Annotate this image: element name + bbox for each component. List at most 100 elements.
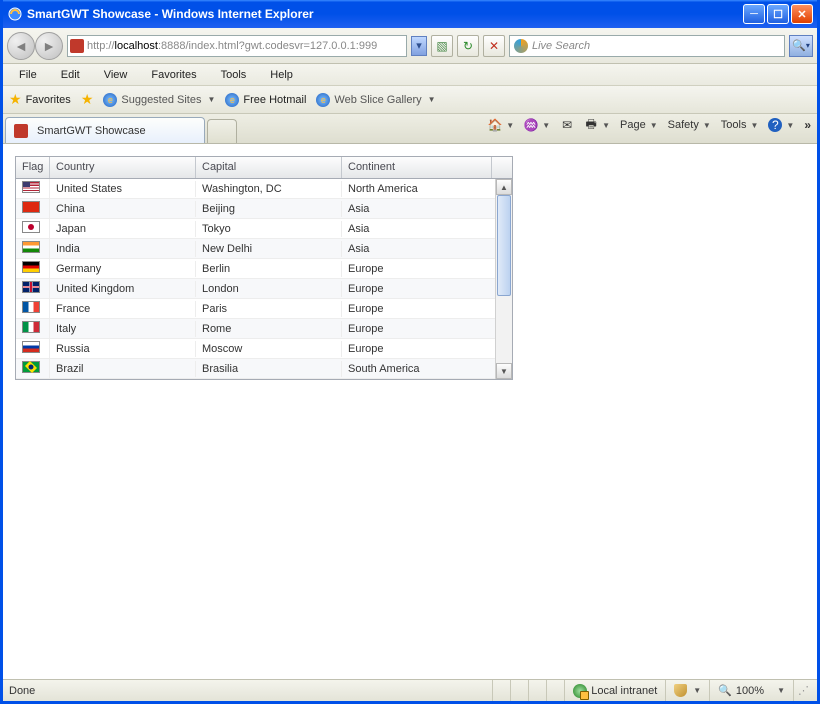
stop-button[interactable]: ✕ xyxy=(483,35,505,57)
menu-tools[interactable]: Tools xyxy=(211,67,257,83)
table-row[interactable]: United StatesWashington, DCNorth America xyxy=(16,179,495,199)
zoom-icon: 🔍 xyxy=(718,684,732,697)
cell-country: India xyxy=(50,241,196,257)
chevron-down-icon: ▼ xyxy=(693,686,701,695)
suggested-sites-link[interactable]: e Suggested Sites ▼ xyxy=(103,93,215,107)
zoom-control[interactable]: 🔍 100% ▼ xyxy=(709,680,793,701)
web-slice-link[interactable]: e Web Slice Gallery ▼ xyxy=(316,93,435,107)
scroll-up-button[interactable]: ▲ xyxy=(496,179,512,195)
star-icon: ★ xyxy=(9,91,22,108)
maximize-button[interactable]: ☐ xyxy=(767,4,789,24)
shield-icon xyxy=(674,684,687,697)
rss-icon: ♒ xyxy=(524,118,538,132)
menu-view[interactable]: View xyxy=(94,67,138,83)
cell-flag xyxy=(16,179,50,198)
home-button[interactable]: 🏠▼ xyxy=(488,118,514,132)
star-add-icon: ★ xyxy=(81,91,94,108)
chevron-down-icon: ▼ xyxy=(777,686,785,695)
cell-capital: Washington, DC xyxy=(196,181,342,197)
security-zone[interactable]: Local intranet xyxy=(564,680,665,701)
cell-capital: Beijing xyxy=(196,201,342,217)
table-row[interactable]: JapanTokyoAsia xyxy=(16,219,495,239)
table-row[interactable]: ChinaBeijingAsia xyxy=(16,199,495,219)
grid-scrollbar[interactable]: ▲ ▼ xyxy=(495,179,512,379)
cell-continent: North America xyxy=(342,181,492,197)
cell-capital: Paris xyxy=(196,301,342,317)
print-button[interactable]: 🖶▼ xyxy=(584,118,610,132)
minimize-button[interactable]: ─ xyxy=(743,4,765,24)
cell-continent: Europe xyxy=(342,281,492,297)
feeds-button[interactable]: ♒▼ xyxy=(524,118,550,132)
table-row[interactable]: RussiaMoscowEurope xyxy=(16,339,495,359)
col-capital[interactable]: Capital xyxy=(196,157,342,178)
favorites-bar: ★ Favorites ★ e Suggested Sites ▼ e Free… xyxy=(3,86,817,114)
cell-capital: Moscow xyxy=(196,341,342,357)
command-bar: 🏠▼ ♒▼ ✉ 🖶▼ Page▼ Safety▼ Tools▼ ?▼ » xyxy=(488,118,811,132)
col-flag[interactable]: Flag xyxy=(16,157,50,178)
help-icon: ? xyxy=(768,118,782,132)
close-button[interactable]: ✕ xyxy=(791,4,813,24)
back-button[interactable]: ◄ xyxy=(7,32,35,60)
titlebar[interactable]: SmartGWT Showcase - Windows Internet Exp… xyxy=(3,0,817,28)
ie-small-icon: e xyxy=(225,93,239,107)
search-box[interactable]: Live Search xyxy=(509,35,785,57)
cell-flag xyxy=(16,259,50,278)
add-favorite-button[interactable]: ★ xyxy=(81,91,94,108)
ie-small-icon: e xyxy=(103,93,117,107)
menu-edit[interactable]: Edit xyxy=(51,67,90,83)
compat-button[interactable]: ▧ xyxy=(431,35,453,57)
safety-menu[interactable]: Safety▼ xyxy=(668,119,711,131)
new-tab-button[interactable] xyxy=(207,119,237,143)
chevron-down-icon: ▼ xyxy=(208,95,216,104)
status-text: Done xyxy=(9,685,492,697)
menu-help[interactable]: Help xyxy=(260,67,303,83)
cell-capital: New Delhi xyxy=(196,241,342,257)
scroll-thumb[interactable] xyxy=(497,195,511,296)
help-button[interactable]: ?▼ xyxy=(768,118,794,132)
free-hotmail-link[interactable]: e Free Hotmail xyxy=(225,93,306,107)
mail-button[interactable]: ✉ xyxy=(560,118,574,132)
overflow-button[interactable]: » xyxy=(804,118,811,132)
resize-grip[interactable]: ⋰ xyxy=(793,680,811,701)
table-row[interactable]: GermanyBerlinEurope xyxy=(16,259,495,279)
scroll-track[interactable] xyxy=(496,195,512,363)
cell-country: France xyxy=(50,301,196,317)
table-row[interactable]: United KingdomLondonEurope xyxy=(16,279,495,299)
favorites-button[interactable]: ★ Favorites xyxy=(9,91,71,108)
menu-file[interactable]: File xyxy=(9,67,47,83)
bing-icon xyxy=(514,39,528,53)
cell-continent: Europe xyxy=(342,321,492,337)
zone-icon xyxy=(573,684,587,698)
content-area: Flag Country Capital Continent United St… xyxy=(3,144,817,679)
cell-country: China xyxy=(50,201,196,217)
cell-country: Germany xyxy=(50,261,196,277)
flag-icon xyxy=(22,261,40,273)
cell-country: United States xyxy=(50,181,196,197)
cell-continent: Asia xyxy=(342,221,492,237)
address-bar[interactable]: http://localhost:8888/index.html?gwt.cod… xyxy=(67,35,407,57)
flag-icon xyxy=(22,281,40,293)
forward-button[interactable]: ► xyxy=(35,32,63,60)
print-icon: 🖶 xyxy=(584,118,598,132)
search-go-button[interactable]: 🔍▾ xyxy=(789,35,813,57)
table-row[interactable]: IndiaNew DelhiAsia xyxy=(16,239,495,259)
tab-icon xyxy=(14,124,28,138)
tab-label: SmartGWT Showcase xyxy=(37,125,146,137)
table-row[interactable]: ItalyRomeEurope xyxy=(16,319,495,339)
cell-country: Brazil xyxy=(50,361,196,377)
col-continent[interactable]: Continent xyxy=(342,157,492,178)
col-country[interactable]: Country xyxy=(50,157,196,178)
protected-mode[interactable]: ▼ xyxy=(665,680,709,701)
menu-favorites[interactable]: Favorites xyxy=(141,67,206,83)
address-dropdown[interactable]: ▾ xyxy=(411,36,427,56)
cell-capital: Rome xyxy=(196,321,342,337)
page-menu[interactable]: Page▼ xyxy=(620,119,658,131)
refresh-button[interactable]: ↻ xyxy=(457,35,479,57)
scroll-down-button[interactable]: ▼ xyxy=(496,363,512,379)
tab-active[interactable]: SmartGWT Showcase xyxy=(5,117,205,143)
flag-icon xyxy=(22,301,40,313)
cell-country: Italy xyxy=(50,321,196,337)
table-row[interactable]: BrazilBrasiliaSouth America xyxy=(16,359,495,379)
table-row[interactable]: FranceParisEurope xyxy=(16,299,495,319)
tools-menu[interactable]: Tools▼ xyxy=(721,119,759,131)
